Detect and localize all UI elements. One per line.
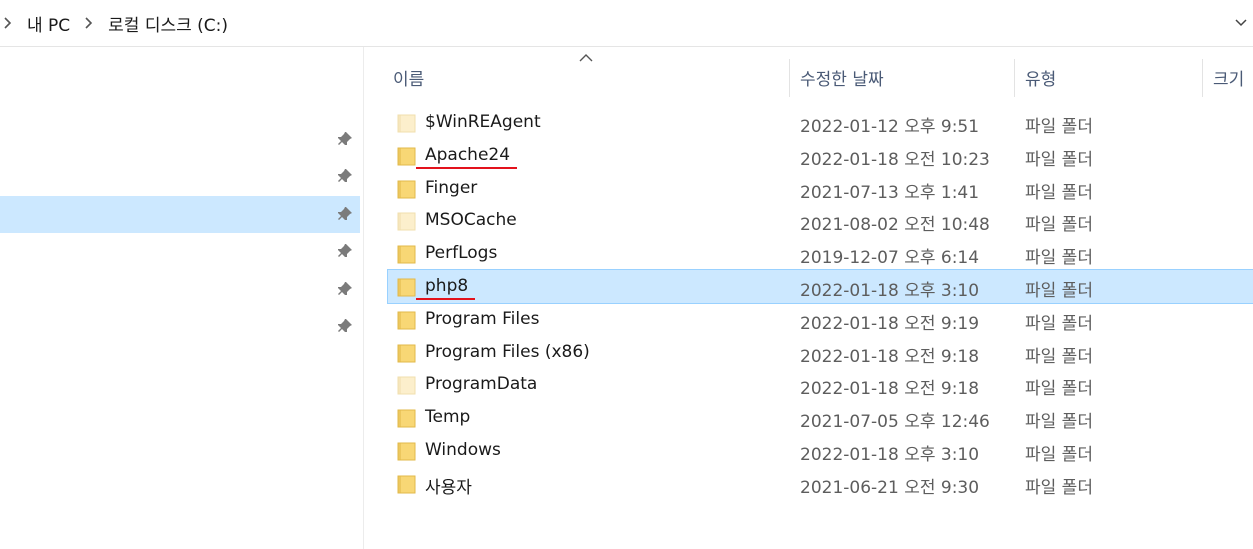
file-date-modified: 2022-01-18 오전 9:18	[800, 379, 980, 400]
pin-icon[interactable]	[337, 131, 353, 147]
file-type: 파일 폴더	[1025, 346, 1093, 367]
file-row[interactable]: Windows 2022-01-18 오후 3:10 파일 폴더	[388, 434, 1253, 467]
address-bar[interactable]: 내 PC 로컬 디스크 (C:)	[0, 0, 1253, 47]
sort-ascending-icon	[579, 54, 593, 62]
file-row[interactable]: MSOCache 2021-08-02 오전 10:48 파일 폴더	[388, 204, 1253, 237]
file-row[interactable]: 사용자 2021-06-21 오전 9:30 파일 폴더	[388, 467, 1253, 500]
column-header-row: 이름 수정한 날짜 유형 크기	[364, 47, 1253, 97]
file-row[interactable]: $WinREAgent 2022-01-12 오후 9:51 파일 폴더	[388, 106, 1253, 139]
file-name[interactable]: Apache24	[425, 145, 510, 165]
file-row[interactable]: Apache24 2022-01-18 오전 10:23 파일 폴더	[388, 139, 1253, 172]
file-row[interactable]: Finger 2021-07-13 오후 1:41 파일 폴더	[388, 172, 1253, 205]
nav-quick-access-item[interactable]	[0, 233, 360, 270]
file-name[interactable]: Finger	[425, 178, 477, 198]
pin-icon[interactable]	[337, 243, 353, 259]
pin-icon[interactable]	[337, 206, 353, 222]
nav-quick-access-item[interactable]	[0, 121, 360, 158]
file-row[interactable]: php8 2022-01-18 오후 3:10 파일 폴더	[387, 269, 1253, 304]
file-name[interactable]: 사용자	[425, 473, 472, 498]
folder-icon	[397, 376, 416, 395]
folder-icon	[397, 344, 416, 363]
nav-quick-access-item[interactable]	[0, 195, 360, 233]
nav-quick-access-item[interactable]	[0, 308, 360, 345]
folder-icon	[397, 180, 416, 199]
file-type: 파일 폴더	[1025, 215, 1093, 236]
file-name[interactable]: Temp	[425, 407, 470, 427]
folder-icon	[397, 212, 416, 231]
pin-icon[interactable]	[337, 318, 353, 334]
file-name[interactable]: PerfLogs	[425, 243, 497, 263]
file-date-modified: 2022-01-18 오전 9:18	[800, 346, 980, 367]
file-type: 파일 폴더	[1025, 117, 1093, 137]
file-name[interactable]: ProgramData	[425, 374, 537, 394]
column-divider[interactable]	[1202, 59, 1203, 97]
breadcrumb-local-disk[interactable]: 로컬 디스크 (C:)	[108, 11, 228, 36]
file-type: 파일 폴더	[1025, 477, 1093, 498]
file-row[interactable]: Program Files 2022-01-18 오전 9:19 파일 폴더	[388, 303, 1253, 336]
column-divider[interactable]	[1014, 59, 1015, 97]
file-row[interactable]: PerfLogs 2019-12-07 오후 6:14 파일 폴더	[388, 237, 1253, 270]
folder-icon	[397, 147, 416, 166]
file-name[interactable]: MSOCache	[425, 210, 517, 230]
file-date-modified: 2019-12-07 오후 6:14	[800, 248, 980, 269]
file-date-modified: 2021-07-13 오후 1:41	[800, 182, 980, 203]
breadcrumb-my-pc[interactable]: 내 PC	[27, 11, 70, 36]
annotation-underline	[416, 166, 518, 169]
folder-icon	[397, 442, 416, 461]
nav-quick-access-item[interactable]	[0, 158, 360, 195]
file-date-modified: 2022-01-18 오후 3:10	[800, 445, 980, 465]
file-type: 파일 폴더	[1025, 281, 1093, 301]
column-header-size[interactable]: 크기	[1213, 65, 1244, 90]
navigation-pane[interactable]	[0, 47, 364, 549]
pin-icon[interactable]	[337, 168, 353, 184]
annotation-underline	[416, 298, 476, 300]
file-name[interactable]: Program Files (x86)	[425, 342, 590, 362]
file-type: 파일 폴더	[1025, 379, 1093, 400]
file-type: 파일 폴더	[1025, 248, 1093, 269]
file-type: 파일 폴더	[1025, 412, 1093, 433]
folder-icon	[397, 114, 416, 133]
column-divider[interactable]	[789, 59, 790, 97]
file-type: 파일 폴더	[1025, 313, 1093, 334]
file-explorer-window: 내 PC 로컬 디스크 (C:) 이름 수정한 날짜 유형 크기 $WinREA…	[0, 0, 1253, 549]
column-header-name[interactable]: 이름	[393, 65, 424, 90]
chevron-down-icon[interactable]	[1233, 14, 1249, 30]
column-header-type[interactable]: 유형	[1025, 65, 1056, 90]
file-date-modified: 2022-01-18 오전 10:23	[800, 149, 990, 170]
column-header-date[interactable]: 수정한 날짜	[800, 65, 884, 90]
file-date-modified: 2021-08-02 오전 10:48	[800, 215, 990, 236]
file-name[interactable]: Program Files	[425, 309, 539, 329]
folder-icon	[397, 311, 416, 330]
chevron-right-icon[interactable]	[84, 16, 94, 30]
file-row[interactable]: Temp 2021-07-05 오후 12:46 파일 폴더	[388, 401, 1253, 434]
file-row[interactable]: ProgramData 2022-01-18 오전 9:18 파일 폴더	[388, 368, 1253, 401]
folder-icon	[397, 245, 416, 264]
file-date-modified: 2022-01-18 오전 9:19	[800, 313, 980, 334]
file-list-pane: 이름 수정한 날짜 유형 크기 $WinREAgent 2022-01-12 오후…	[364, 47, 1253, 549]
nav-quick-access-item[interactable]	[0, 271, 360, 308]
file-date-modified: 2021-06-21 오전 9:30	[800, 477, 980, 498]
file-type: 파일 폴더	[1025, 182, 1093, 203]
file-date-modified: 2022-01-18 오후 3:10	[800, 281, 980, 301]
file-type: 파일 폴더	[1025, 445, 1093, 465]
file-date-modified: 2022-01-12 오후 9:51	[800, 117, 980, 137]
folder-icon	[397, 278, 416, 297]
pin-icon[interactable]	[337, 281, 353, 297]
file-type: 파일 폴더	[1025, 149, 1093, 170]
chevron-right-icon[interactable]	[3, 16, 13, 30]
file-date-modified: 2021-07-05 오후 12:46	[800, 412, 990, 433]
file-row[interactable]: Program Files (x86) 2022-01-18 오전 9:18 파일 …	[388, 336, 1253, 369]
file-name[interactable]: php8	[425, 276, 468, 296]
file-name[interactable]: Windows	[425, 440, 501, 460]
folder-icon	[397, 409, 416, 428]
folder-icon	[397, 475, 416, 494]
file-name[interactable]: $WinREAgent	[425, 112, 541, 132]
